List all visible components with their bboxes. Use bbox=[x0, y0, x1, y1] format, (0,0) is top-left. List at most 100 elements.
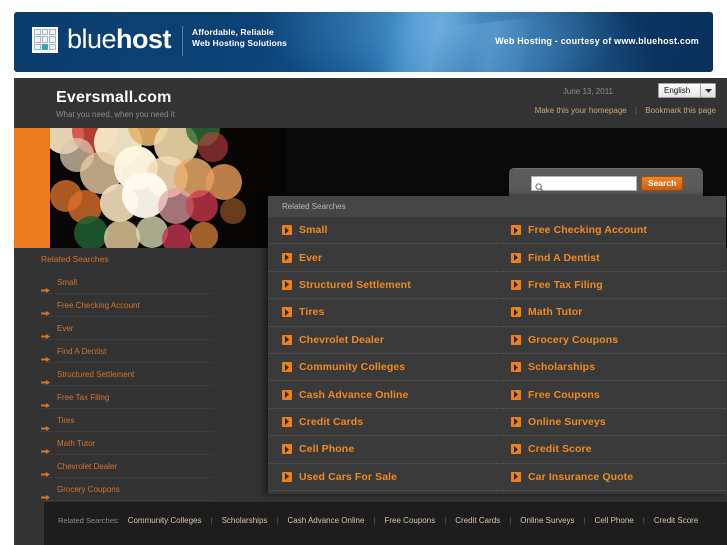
footer-links: Related Searches: Community Colleges | Scho… bbox=[58, 513, 713, 528]
arrow-right-icon bbox=[41, 372, 50, 385]
chevron-right-icon bbox=[511, 279, 521, 290]
sidebar-item-find-a-dentist[interactable]: Find A Dentist bbox=[41, 340, 213, 363]
footer-label: Related Searches: bbox=[58, 516, 120, 525]
related-search-label: Small bbox=[299, 224, 328, 237]
related-search-item-credit-cards[interactable]: Credit Cards bbox=[268, 409, 497, 437]
footer-link-scholarships[interactable]: Scholarships bbox=[222, 516, 268, 525]
bookmark-page-link[interactable]: Bookmark this page bbox=[645, 106, 716, 115]
related-search-item-scholarships[interactable]: Scholarships bbox=[497, 354, 726, 382]
footer-link-cash-advance-online[interactable]: Cash Advance Online bbox=[287, 516, 364, 525]
sidebar-item-grocery-coupons[interactable]: Grocery Coupons bbox=[41, 478, 213, 501]
related-search-item-find-a-dentist[interactable]: Find A Dentist bbox=[497, 244, 726, 272]
sidebar-item-label: Tires bbox=[57, 415, 75, 425]
banner-courtesy-text[interactable]: Web Hosting - courtesy of www.bluehost.c… bbox=[495, 36, 699, 46]
sidebar-item-structured-settlement[interactable]: Structured Settlement bbox=[41, 363, 213, 386]
footer-link-cell-phone[interactable]: Cell Phone bbox=[595, 516, 634, 525]
related-search-item-free-coupons[interactable]: Free Coupons bbox=[497, 381, 726, 409]
related-search-item-chevrolet-dealer[interactable]: Chevrolet Dealer bbox=[268, 327, 497, 354]
related-search-item-small[interactable]: Small bbox=[268, 217, 497, 245]
chevron-right-icon bbox=[511, 225, 521, 236]
sidebar-item-free-tax-filing[interactable]: Free Tax Filing bbox=[41, 386, 213, 409]
related-search-item-cell-phone[interactable]: Cell Phone bbox=[268, 436, 497, 464]
banner-tagline: Affordable, Reliable Web Hosting Solutio… bbox=[192, 27, 287, 49]
language-select-value: English bbox=[664, 86, 691, 95]
related-search-item-online-surveys[interactable]: Online Surveys bbox=[497, 409, 726, 437]
related-search-label: Online Surveys bbox=[528, 415, 606, 428]
sidebar-item-math-tutor[interactable]: Math Tutor bbox=[41, 432, 213, 455]
hero-orange-bar bbox=[14, 128, 50, 248]
footer-link-online-surveys[interactable]: Online Surveys bbox=[520, 516, 574, 525]
make-homepage-link[interactable]: Make this your homepage bbox=[535, 106, 627, 115]
related-search-label: Cash Advance Online bbox=[299, 388, 409, 401]
chevron-right-icon bbox=[511, 416, 521, 427]
banner-tagline-line2: Web Hosting Solutions bbox=[192, 38, 287, 48]
chevron-right-icon bbox=[282, 444, 292, 455]
chevron-right-icon bbox=[282, 389, 292, 400]
sidebar-item-label: Math Tutor bbox=[57, 438, 96, 448]
sidebar-item-list: Small Free Checking Account Ever Find A Den… bbox=[14, 271, 274, 501]
search-input[interactable] bbox=[531, 176, 637, 191]
chevron-right-icon bbox=[511, 389, 521, 400]
bluehost-logo[interactable]: bluehost bbox=[32, 26, 172, 53]
arrow-right-icon bbox=[41, 395, 50, 408]
arrow-right-icon bbox=[41, 326, 50, 339]
bluehost-wordmark: bluehost bbox=[67, 26, 172, 53]
chevron-down-icon[interactable] bbox=[700, 84, 715, 97]
related-search-label: Credit Cards bbox=[299, 415, 364, 428]
page-title: Eversmall.com bbox=[56, 89, 172, 106]
chevron-right-icon bbox=[511, 307, 521, 318]
related-search-label: Find A Dentist bbox=[528, 251, 600, 264]
footer-separator: | bbox=[583, 516, 586, 525]
site-container: Eversmall.com What you need, when you ne… bbox=[14, 78, 727, 545]
related-search-item-car-insurance-quote[interactable]: Car Insurance Quote bbox=[497, 464, 726, 491]
related-searches-panel-title: Related Searches bbox=[268, 196, 726, 217]
related-search-item-used-cars-for-sale[interactable]: Used Cars For Sale bbox=[268, 464, 497, 491]
related-search-item-structured-settlement[interactable]: Structured Settlement bbox=[268, 272, 497, 300]
bluehost-banner[interactable]: bluehost Affordable, Reliable Web Hostin… bbox=[14, 12, 713, 72]
footer-link-credit-score[interactable]: Credit Score bbox=[654, 516, 698, 525]
related-searches-panel: Related Searches Small Free Checking Acco… bbox=[268, 196, 726, 494]
banner-tagline-line1: Affordable, Reliable bbox=[192, 27, 274, 37]
related-search-item-grocery-coupons[interactable]: Grocery Coupons bbox=[497, 327, 726, 354]
footer-link-community-colleges[interactable]: Community Colleges bbox=[128, 516, 202, 525]
search-button[interactable]: Search bbox=[641, 176, 684, 191]
chevron-right-icon bbox=[511, 362, 521, 373]
chevron-right-icon bbox=[282, 334, 292, 345]
footer-link-credit-cards[interactable]: Credit Cards bbox=[455, 516, 500, 525]
footer-separator: | bbox=[642, 516, 645, 525]
related-search-label: Community Colleges bbox=[299, 361, 406, 374]
sidebar-item-label: Free Checking Account bbox=[57, 300, 140, 310]
sidebar-related-searches: Related Searches Small Free Checking Acco… bbox=[14, 248, 274, 501]
sidebar-item-free-checking-account[interactable]: Free Checking Account bbox=[41, 294, 213, 317]
related-search-item-free-checking-account[interactable]: Free Checking Account bbox=[497, 217, 726, 245]
sidebar-item-tires[interactable]: Tires bbox=[41, 409, 213, 432]
sidebar-item-chevrolet-dealer[interactable]: Chevrolet Dealer bbox=[41, 455, 213, 478]
related-search-label: Grocery Coupons bbox=[528, 333, 619, 346]
related-search-item-cash-advance-online[interactable]: Cash Advance Online bbox=[268, 381, 497, 409]
chevron-right-icon bbox=[511, 252, 521, 263]
chevron-right-icon bbox=[282, 416, 292, 427]
chevron-right-icon bbox=[511, 471, 521, 482]
related-search-label: Ever bbox=[299, 251, 323, 264]
related-search-item-community-colleges[interactable]: Community Colleges bbox=[268, 354, 497, 382]
sidebar-item-ever[interactable]: Ever bbox=[41, 317, 213, 340]
related-search-label: Free Coupons bbox=[528, 388, 600, 401]
footer-separator: | bbox=[276, 516, 279, 525]
chevron-right-icon bbox=[511, 334, 521, 345]
related-search-item-tires[interactable]: Tires bbox=[268, 299, 497, 327]
chevron-right-icon bbox=[282, 362, 292, 373]
related-search-item-credit-score[interactable]: Credit Score bbox=[497, 436, 726, 464]
arrow-right-icon bbox=[41, 280, 50, 293]
footer-link-free-coupons[interactable]: Free Coupons bbox=[385, 516, 436, 525]
sidebar-title: Related Searches bbox=[41, 254, 109, 264]
related-search-item-ever[interactable]: Ever bbox=[268, 244, 497, 272]
language-select[interactable]: English bbox=[658, 83, 716, 98]
chevron-right-icon bbox=[282, 252, 292, 263]
arrow-right-icon bbox=[41, 487, 50, 500]
sidebar-item-small[interactable]: Small bbox=[41, 271, 213, 294]
chevron-right-icon bbox=[282, 279, 292, 290]
related-search-item-free-tax-filing[interactable]: Free Tax Filing bbox=[497, 272, 726, 300]
related-search-item-math-tutor[interactable]: Math Tutor bbox=[497, 299, 726, 327]
header-link-separator: | bbox=[634, 106, 638, 115]
footer: Related Searches: Community Colleges | Scho… bbox=[44, 502, 727, 545]
